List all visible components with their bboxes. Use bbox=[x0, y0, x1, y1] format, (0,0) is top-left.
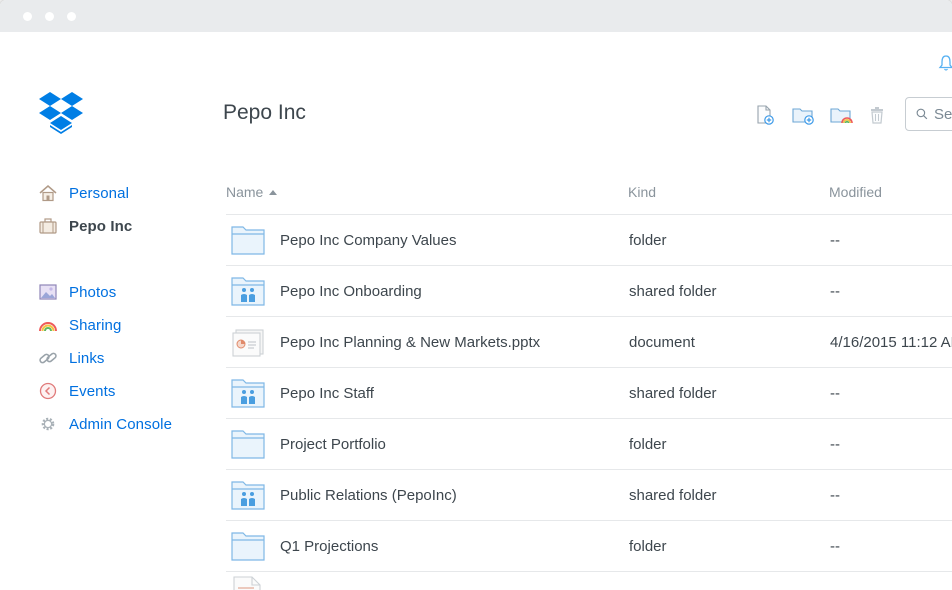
new-shared-folder-icon bbox=[830, 108, 853, 124]
row-kind: document bbox=[629, 334, 695, 351]
sidebar-item-events[interactable]: Events bbox=[38, 381, 115, 401]
notification-bell-icon[interactable] bbox=[938, 54, 952, 72]
row-modified: -- bbox=[830, 232, 840, 249]
sidebar-item-personal[interactable]: Personal bbox=[38, 183, 129, 203]
app-window: Personal Pepo Inc Photos Sharing Links E… bbox=[0, 0, 952, 590]
row-name: Pepo Inc Onboarding bbox=[280, 283, 422, 300]
new-folder-icon bbox=[792, 108, 814, 125]
table-row[interactable]: Q1 Projections folder -- bbox=[226, 521, 952, 572]
home-icon bbox=[38, 184, 58, 202]
sidebar-item-label: Links bbox=[69, 349, 105, 367]
briefcase-icon bbox=[38, 217, 58, 235]
table-row[interactable]: Pepo Inc Planning & New Markets.pptx doc… bbox=[226, 317, 952, 368]
shared-folder-icon bbox=[231, 379, 265, 408]
row-modified: -- bbox=[830, 436, 840, 453]
events-icon bbox=[38, 382, 58, 400]
delete-button[interactable] bbox=[865, 103, 889, 127]
trash-icon bbox=[871, 107, 883, 124]
folder-icon bbox=[231, 226, 265, 255]
shared-folder-icon bbox=[231, 277, 265, 306]
sidebar-item-sharing[interactable]: Sharing bbox=[38, 315, 121, 335]
row-modified: -- bbox=[830, 538, 840, 555]
sidebar-item-label: Pepo Inc bbox=[69, 217, 133, 235]
row-name: Q1 Projections bbox=[280, 538, 379, 555]
search-box[interactable] bbox=[905, 97, 952, 131]
row-name: Project Portfolio bbox=[280, 436, 386, 453]
row-name: Pepo Inc Planning & New Markets.pptx bbox=[280, 334, 541, 351]
row-modified: -- bbox=[830, 487, 840, 504]
column-header-modified[interactable]: Modified bbox=[829, 184, 882, 200]
table-row[interactable]: Pepo Inc Onboarding shared folder -- bbox=[226, 266, 952, 317]
row-kind: shared folder bbox=[629, 385, 717, 402]
sidebar-item-label: Events bbox=[69, 382, 116, 400]
column-header-label: Name bbox=[226, 184, 264, 200]
column-header-name[interactable]: Name bbox=[226, 184, 278, 200]
sidebar-item-admin-console[interactable]: Admin Console bbox=[38, 414, 172, 434]
table-row[interactable]: Pepo Inc Company Values folder -- bbox=[226, 215, 952, 266]
row-modified: -- bbox=[830, 385, 840, 402]
page-title: Pepo Inc bbox=[223, 101, 306, 124]
sidebar-item-photos[interactable]: Photos bbox=[38, 282, 116, 302]
row-kind: folder bbox=[629, 538, 667, 555]
row-name: Public Relations (PepoInc) bbox=[280, 487, 457, 504]
new-shared-folder-button[interactable] bbox=[829, 103, 853, 127]
search-input[interactable] bbox=[934, 105, 952, 123]
folder-icon bbox=[231, 430, 265, 459]
column-header-kind[interactable]: Kind bbox=[628, 184, 656, 200]
window-dot-minimize[interactable] bbox=[45, 12, 54, 21]
gear-icon bbox=[38, 415, 58, 433]
rainbow-icon bbox=[38, 316, 58, 334]
sidebar-item-links[interactable]: Links bbox=[38, 348, 105, 368]
upload-file-icon bbox=[757, 105, 774, 125]
link-icon bbox=[38, 349, 58, 367]
table-row[interactable]: Public Relations (PepoInc) shared folder… bbox=[226, 470, 952, 521]
window-titlebar bbox=[0, 0, 952, 32]
presentation-file-icon bbox=[232, 329, 264, 357]
sort-ascending-icon bbox=[269, 190, 278, 195]
dropbox-logo-icon[interactable] bbox=[39, 92, 83, 134]
row-kind: folder bbox=[629, 436, 667, 453]
window-dot-close[interactable] bbox=[23, 12, 32, 21]
new-folder-button[interactable] bbox=[791, 103, 815, 127]
folder-icon bbox=[231, 532, 265, 561]
window-dot-maximize[interactable] bbox=[67, 12, 76, 21]
table-row[interactable]: Project Portfolio folder -- bbox=[226, 419, 952, 470]
row-modified: -- bbox=[830, 283, 840, 300]
table-row[interactable]: Pepo Inc Staff shared folder -- bbox=[226, 368, 952, 419]
sidebar-item-label: Admin Console bbox=[69, 415, 173, 433]
upload-file-button[interactable] bbox=[753, 103, 777, 127]
sidebar-item-pepo-inc[interactable]: Pepo Inc bbox=[38, 216, 132, 236]
row-modified: 4/16/2015 11:12 AM bbox=[830, 334, 952, 351]
search-icon bbox=[916, 108, 928, 120]
row-kind: folder bbox=[629, 232, 667, 249]
sidebar-item-label: Sharing bbox=[69, 316, 122, 334]
sidebar-item-label: Photos bbox=[69, 283, 117, 301]
photos-icon bbox=[38, 283, 58, 301]
sidebar-item-label: Personal bbox=[69, 184, 130, 202]
row-kind: shared folder bbox=[629, 283, 717, 300]
row-kind: shared folder bbox=[629, 487, 717, 504]
row-name: Pepo Inc Company Values bbox=[280, 232, 457, 249]
document-file-icon bbox=[233, 576, 261, 590]
shared-folder-icon bbox=[231, 481, 265, 510]
row-name: Pepo Inc Staff bbox=[280, 385, 374, 402]
